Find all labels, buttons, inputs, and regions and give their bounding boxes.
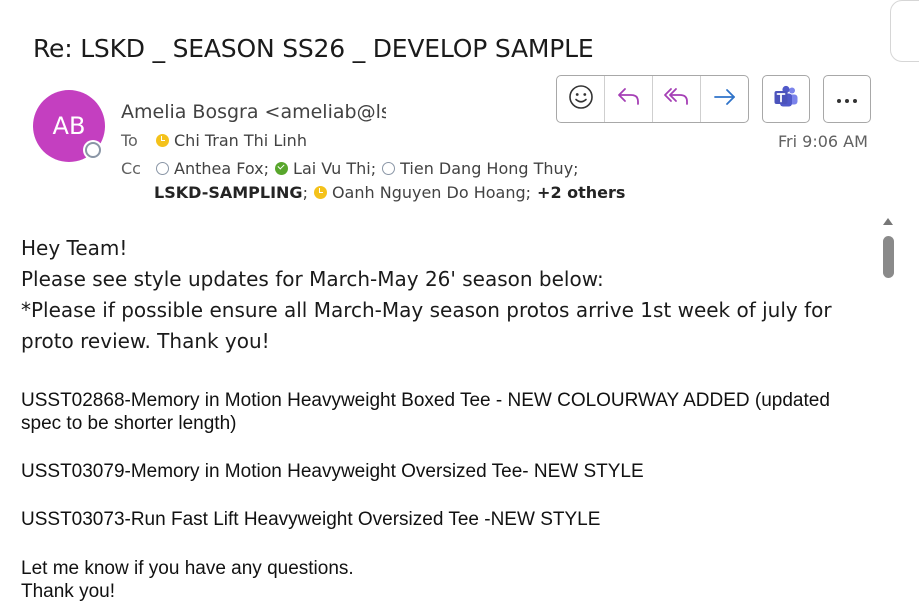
smile-icon <box>568 84 594 114</box>
avatar-initials: AB <box>52 112 86 140</box>
email-body-intro: Hey Team! Please see style updates for M… <box>21 233 871 357</box>
recipient-lskd-sampling[interactable]: LSKD-SAMPLING <box>154 183 303 202</box>
cc-label: Cc <box>121 159 141 178</box>
status-away-icon <box>313 186 327 199</box>
cc-separator: ; <box>302 183 308 202</box>
status-offline-icon <box>156 162 169 175</box>
more-actions-button[interactable] <box>823 75 871 123</box>
cc-recipients-line-1: Anthea Fox; Lai Vu Thi; Tien Dang Hong T… <box>156 159 579 178</box>
recipient-lai-vu-thi[interactable]: Lai Vu Thi; <box>293 159 376 178</box>
sender-name[interactable]: Amelia Bosgra <ameliab@lskd.co> <box>121 101 386 123</box>
style-update-item: USST03073-Run Fast Lift Heavyweight Over… <box>21 509 601 530</box>
cc-recipients-line-2: LSKD-SAMPLING ; Oanh Nguyen Do Hoang; +2… <box>154 183 625 202</box>
body-line: Please see style updates for March-May 2… <box>21 267 604 291</box>
status-available-icon <box>275 162 289 175</box>
forward-button[interactable] <box>701 76 748 122</box>
body-line: *Please if possible ensure all March-May… <box>21 298 832 353</box>
forward-icon <box>711 84 739 114</box>
email-subject: Re: LSKD _ SEASON SS26 _ DEVELOP SAMPLE <box>33 34 594 63</box>
email-date: Fri 9:06 AM <box>778 132 868 151</box>
teams-icon <box>772 83 800 115</box>
recipient-tien-dang-hong-thuy[interactable]: Tien Dang Hong Thuy; <box>400 159 578 178</box>
style-update-item: USST03079-Memory in Motion Heavyweight O… <box>21 461 644 482</box>
body-greeting: Hey Team! <box>21 236 128 260</box>
style-update-item: USST02868-Memory in Motion Heavyweight B… <box>21 390 830 434</box>
status-offline-icon <box>382 162 396 175</box>
recipient-oanh-nguyen-do-hoang[interactable]: Oanh Nguyen Do Hoang; <box>332 183 531 202</box>
presence-offline-icon <box>85 142 101 158</box>
body-signoff: Thank you! <box>21 581 115 602</box>
to-label: To <box>121 131 138 150</box>
teams-button[interactable] <box>762 75 810 123</box>
reply-all-button[interactable] <box>653 76 701 122</box>
scrollbar-thumb[interactable] <box>883 236 894 278</box>
scroll-up-arrow-icon[interactable] <box>880 213 896 229</box>
to-recipients: Chi Tran Thi Linh <box>156 131 307 150</box>
action-group <box>556 75 749 123</box>
react-button[interactable] <box>557 76 605 122</box>
more-icon <box>834 90 860 109</box>
recipient-chi-tran-thi-linh[interactable]: Chi Tran Thi Linh <box>174 131 307 150</box>
reply-icon <box>615 84 643 114</box>
reply-all-icon <box>662 84 692 114</box>
recipient-anthea-fox[interactable]: Anthea Fox; <box>174 159 269 178</box>
more-recipients-link[interactable]: +2 others <box>537 183 625 202</box>
message-toolbar <box>556 75 871 123</box>
status-away-icon <box>156 134 169 147</box>
reply-button[interactable] <box>605 76 653 122</box>
body-closing: Let me know if you have any questions. <box>21 558 354 579</box>
window-corner <box>890 0 919 62</box>
